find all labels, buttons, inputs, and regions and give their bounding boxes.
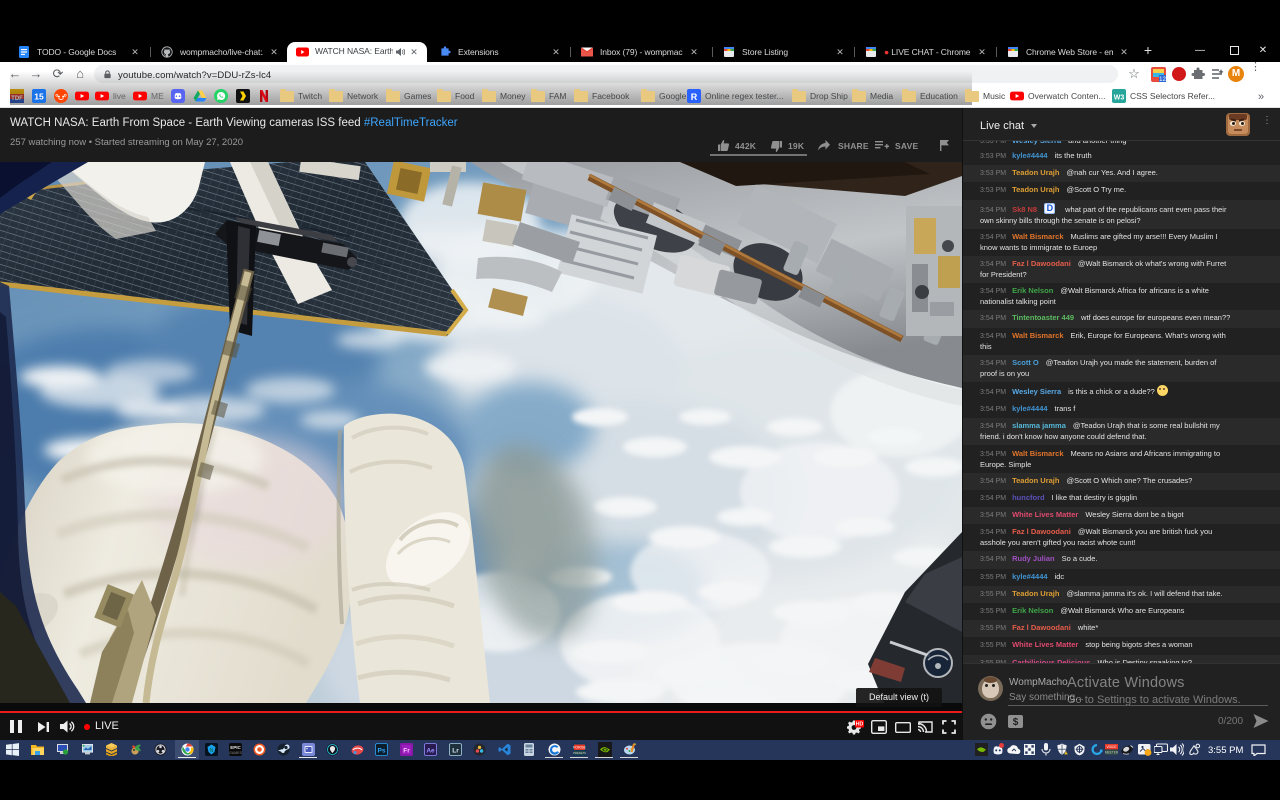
svg-text:R: R xyxy=(691,92,698,102)
svg-text:FORGE: FORGE xyxy=(573,746,586,750)
svg-text:N: N xyxy=(210,748,214,754)
svg-text:W3: W3 xyxy=(1114,95,1125,102)
svg-text:Lr: Lr xyxy=(452,747,459,754)
svg-text:HD: HD xyxy=(856,722,864,728)
svg-text:GAMES: GAMES xyxy=(229,751,242,755)
svg-text:15: 15 xyxy=(34,92,44,102)
svg-text:VOICE: VOICE xyxy=(1107,745,1117,749)
svg-text:Ps: Ps xyxy=(378,747,386,754)
svg-text:Fr: Fr xyxy=(403,747,410,754)
svg-text:MEETER: MEETER xyxy=(1105,751,1118,755)
svg-text:EPIC: EPIC xyxy=(230,745,241,750)
svg-text:Ae: Ae xyxy=(426,747,435,754)
svg-text:PRESETS: PRESETS xyxy=(573,751,586,755)
svg-text:$: $ xyxy=(1013,717,1019,728)
svg-text:12: 12 xyxy=(1159,77,1166,82)
